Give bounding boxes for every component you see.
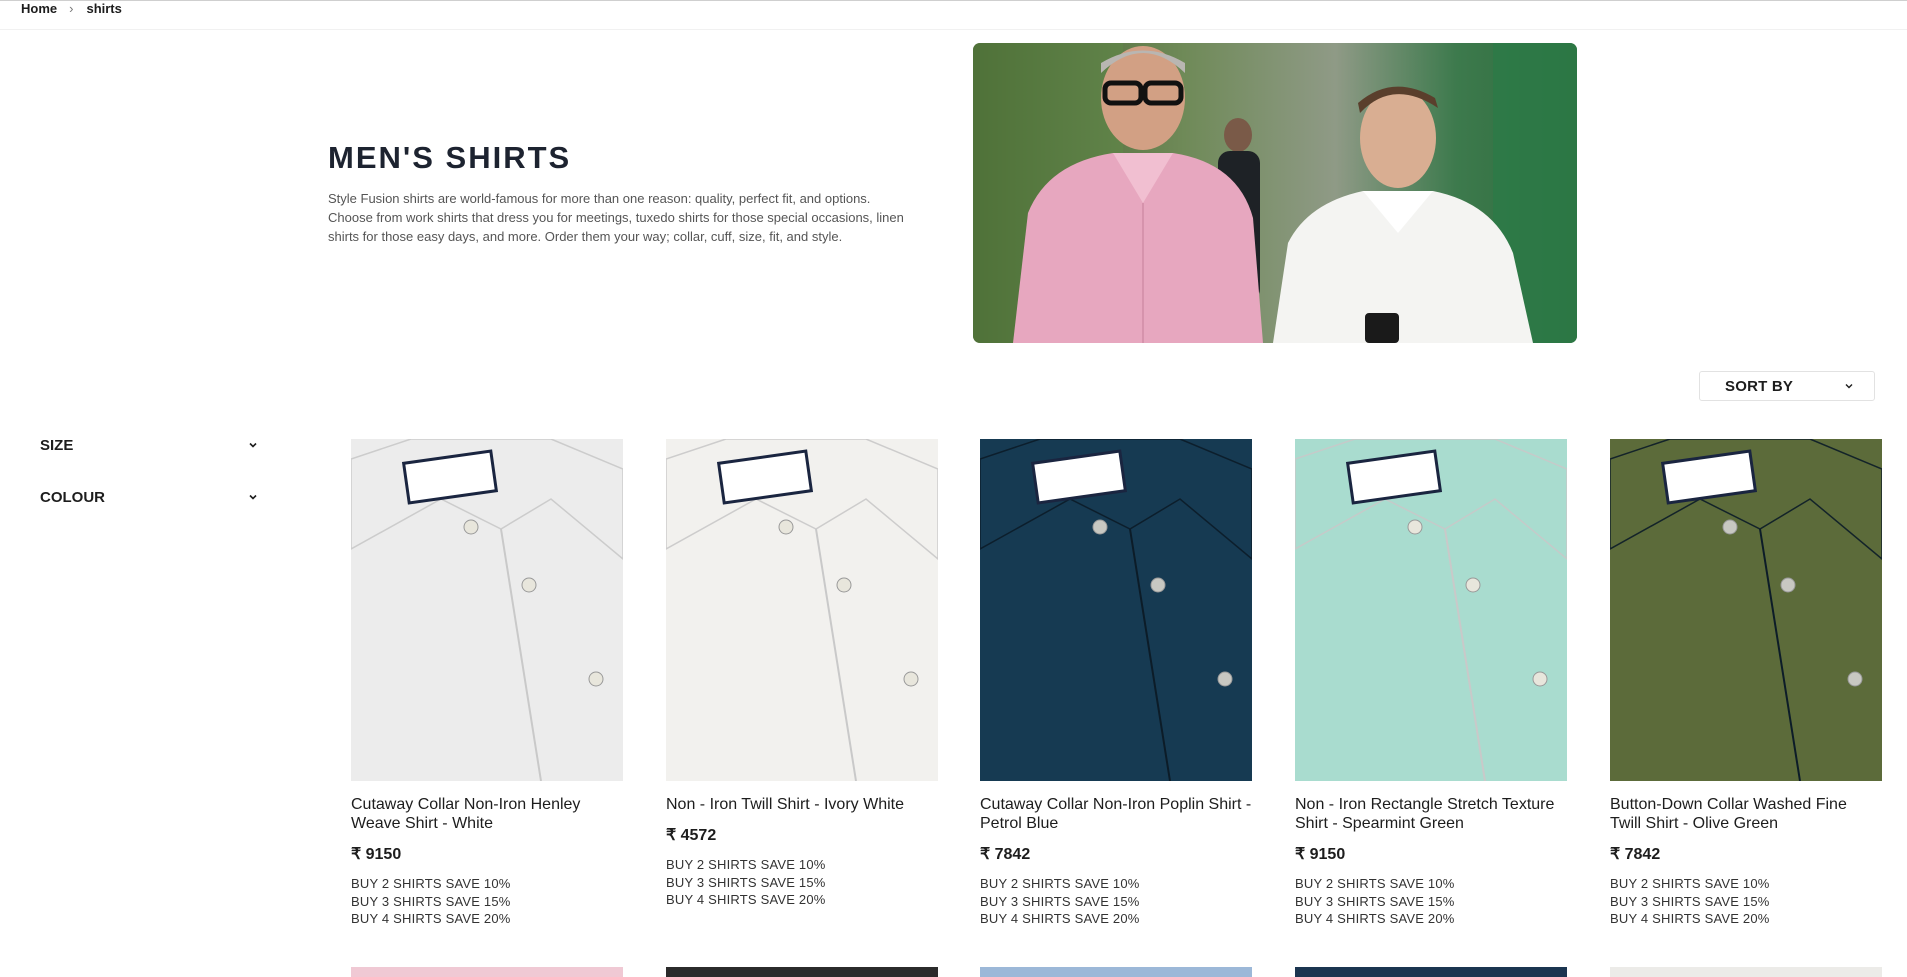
product-card[interactable]: Cutaway Collar Non-Iron Poplin Shirt - P… — [980, 439, 1252, 928]
product-image[interactable] — [980, 439, 1252, 781]
product-card[interactable]: Non - Iron Twill Shirt - Ivory White ₹ 45… — [666, 439, 938, 909]
promo-text: BUY 4 SHIRTS SAVE 20% — [1295, 911, 1455, 926]
product-price: ₹ 7842 — [1610, 846, 1661, 863]
breadcrumb: Home › shirts — [21, 0, 122, 16]
product-price: ₹ 9150 — [1295, 846, 1346, 863]
product-price: ₹ 4572 — [666, 827, 717, 844]
breadcrumb-divider — [0, 29, 1907, 30]
product-image[interactable] — [666, 967, 938, 977]
promo-text: BUY 3 SHIRTS SAVE 15% — [666, 874, 826, 890]
promo-text: BUY 2 SHIRTS SAVE 10% — [980, 876, 1140, 891]
promo-text: BUY 2 SHIRTS SAVE 10% — [351, 876, 511, 891]
product-image[interactable] — [351, 439, 623, 781]
promo-text: BUY 4 SHIRTS SAVE 20% — [980, 911, 1140, 926]
breadcrumb-separator: › — [69, 0, 74, 16]
filter-colour-label: COLOUR — [40, 488, 105, 506]
promo-list: BUY 2 SHIRTS SAVE 10% BUY 3 SHIRTS SAVE 1… — [666, 856, 938, 909]
breadcrumb-home-link[interactable]: Home — [21, 1, 57, 16]
promo-list: BUY 2 SHIRTS SAVE 10% BUY 3 SHIRTS SAVE 1… — [980, 875, 1252, 928]
promo-text: BUY 3 SHIRTS SAVE 15% — [1610, 893, 1770, 909]
promo-text: BUY 2 SHIRTS SAVE 10% — [1295, 876, 1455, 891]
product-image[interactable] — [1295, 967, 1567, 977]
product-price: ₹ 7842 — [980, 846, 1031, 863]
product-name[interactable]: Button-Down Collar Washed Fine Twill Shi… — [1610, 795, 1882, 833]
sort-dropdown[interactable]: SORT BY — [1699, 371, 1875, 401]
product-name[interactable]: Cutaway Collar Non-Iron Poplin Shirt - P… — [980, 795, 1252, 833]
product-name[interactable]: Cutaway Collar Non-Iron Henley Weave Shi… — [351, 795, 623, 833]
promo-text: BUY 4 SHIRTS SAVE 20% — [1610, 911, 1770, 926]
promo-text: BUY 2 SHIRTS SAVE 10% — [1610, 876, 1770, 891]
page-title: MEN'S SHIRTS — [328, 140, 572, 175]
page-description: Style Fusion shirts are world-famous for… — [328, 191, 904, 244]
promo-text: BUY 2 SHIRTS SAVE 10% — [666, 857, 826, 872]
chevron-down-icon — [249, 442, 257, 448]
product-image[interactable] — [1610, 967, 1882, 977]
sort-label: SORT BY — [1725, 377, 1794, 395]
product-image[interactable] — [1610, 439, 1882, 781]
hero-banner-image — [973, 43, 1577, 343]
promo-list: BUY 2 SHIRTS SAVE 10% BUY 3 SHIRTS SAVE 1… — [351, 875, 623, 928]
product-card[interactable]: Non - Iron Rectangle Stretch Texture Shi… — [1295, 439, 1567, 928]
top-border — [0, 0, 1907, 1]
promo-text: BUY 4 SHIRTS SAVE 20% — [351, 911, 511, 926]
promo-list: BUY 2 SHIRTS SAVE 10% BUY 3 SHIRTS SAVE 1… — [1610, 875, 1882, 928]
product-price: ₹ 9150 — [351, 846, 402, 863]
product-image[interactable] — [980, 967, 1252, 977]
promo-text: BUY 3 SHIRTS SAVE 15% — [1295, 893, 1455, 909]
chevron-down-icon — [249, 494, 257, 500]
product-card[interactable]: Button-Down Collar Washed Fine Twill Shi… — [1610, 439, 1882, 928]
promo-text: BUY 3 SHIRTS SAVE 15% — [351, 893, 511, 909]
breadcrumb-current: shirts — [86, 0, 122, 16]
promo-text: BUY 4 SHIRTS SAVE 20% — [666, 892, 826, 907]
filter-colour[interactable]: COLOUR — [40, 485, 262, 509]
product-image[interactable] — [1295, 439, 1567, 781]
promo-list: BUY 2 SHIRTS SAVE 10% BUY 3 SHIRTS SAVE 1… — [1295, 875, 1567, 928]
chevron-down-icon — [1845, 384, 1853, 389]
product-name[interactable]: Non - Iron Twill Shirt - Ivory White — [666, 795, 938, 814]
product-card[interactable]: Cutaway Collar Non-Iron Henley Weave Shi… — [351, 439, 623, 928]
product-name[interactable]: Non - Iron Rectangle Stretch Texture Shi… — [1295, 795, 1567, 833]
filter-size-label: SIZE — [40, 436, 74, 454]
product-image[interactable] — [666, 439, 938, 781]
product-image[interactable] — [351, 967, 623, 977]
promo-text: BUY 3 SHIRTS SAVE 15% — [980, 893, 1140, 909]
filter-size[interactable]: SIZE — [40, 433, 262, 457]
